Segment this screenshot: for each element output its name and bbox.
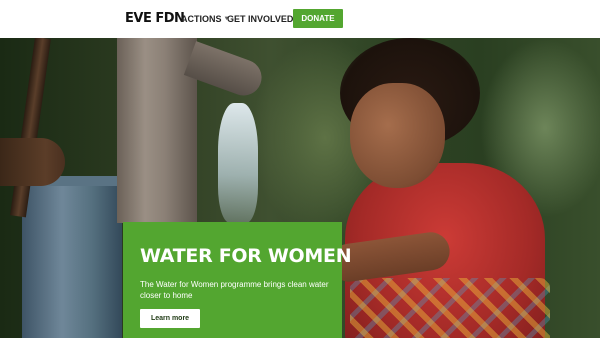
donate-button[interactable]: DONATE <box>293 9 343 28</box>
hero-card: WATER FOR WOMEN The Water for Women prog… <box>123 222 352 338</box>
dress-pattern <box>350 278 550 338</box>
nav-item-label: ACTIONS <box>181 14 222 24</box>
learn-more-button[interactable]: Learn more <box>140 309 200 328</box>
water-barrel <box>22 178 122 338</box>
nav-item-actions[interactable]: ACTIONS ▼ <box>181 13 229 25</box>
site-header: EVE FDN ACTIONS▼ GET INVOLVED▼ DONATE <box>0 0 600 38</box>
hero-description: The Water for Women programme brings cle… <box>140 280 329 300</box>
water-stream <box>218 103 258 223</box>
hand <box>0 138 65 186</box>
hero-title: WATER FOR WOMEN <box>140 245 352 267</box>
nav-item-get-involved[interactable]: GET INVOLVED▼ <box>227 13 301 25</box>
water-pump <box>117 38 197 223</box>
girl-face <box>350 83 445 188</box>
nav-item-label: GET INVOLVED <box>227 14 294 24</box>
site-logo[interactable]: EVE FDN <box>125 11 185 27</box>
